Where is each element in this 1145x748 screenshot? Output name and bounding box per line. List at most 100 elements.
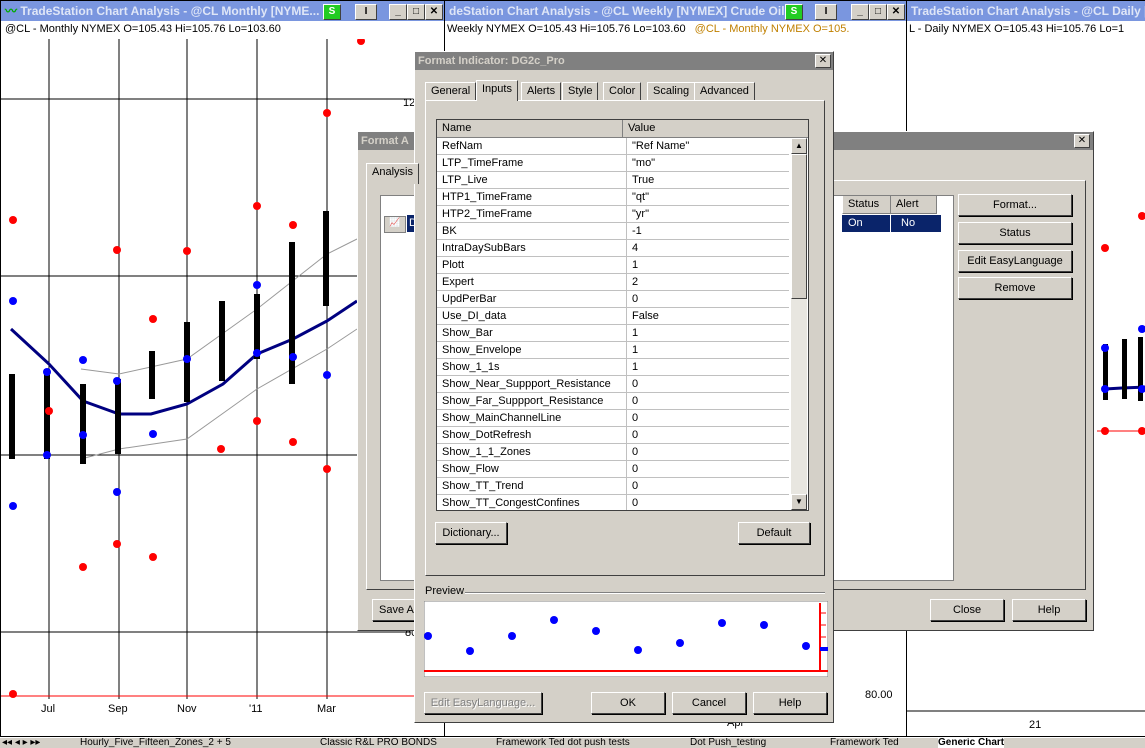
input-value[interactable]: 0 — [627, 478, 789, 495]
daily-x-label: 21 — [1029, 719, 1042, 731]
help-button[interactable]: Help — [1012, 599, 1086, 621]
input-value[interactable]: 0 — [627, 376, 789, 393]
weekly-i-button[interactable]: I — [815, 4, 837, 20]
input-row[interactable]: Expert 2 — [437, 274, 789, 291]
edit-easylanguage-button[interactable]: Edit EasyLanguage — [958, 250, 1072, 272]
input-row[interactable]: Show_TT_CongestConfines 0 — [437, 495, 789, 510]
weekly-s-button[interactable]: S — [785, 4, 803, 20]
weekly-close-icon[interactable]: ✕ — [887, 4, 905, 20]
inputs-grid[interactable]: Name Value RefNam "Ref Name" LTP_TimeFrame… — [436, 119, 809, 511]
input-row[interactable]: HTP2_TimeFrame "yr" — [437, 206, 789, 223]
input-value[interactable]: 0 — [627, 461, 789, 478]
input-row[interactable]: Show_Envelope 1 — [437, 342, 789, 359]
input-row[interactable]: Show_Flow 0 — [437, 461, 789, 478]
weekly-maximize-icon[interactable]: □ — [869, 4, 887, 20]
input-value[interactable]: 0 — [627, 444, 789, 461]
input-row[interactable]: Show_DotRefresh 0 — [437, 427, 789, 444]
scroll-thumb[interactable] — [791, 154, 807, 299]
workspace-tab-bar: ◂◂ ◂ ▸ ▸▸ Hourly_Five_Fifteen_Zones_2 + … — [0, 737, 1145, 748]
weekly-title-bar[interactable]: deStation Chart Analysis - @CL Weekly [N… — [445, 1, 907, 21]
close-button[interactable]: Close — [930, 599, 1004, 621]
format-indicator-title-bar[interactable]: Format Indicator: DG2c_Pro — [415, 52, 833, 70]
tab-analysis[interactable]: Analysis — [366, 163, 419, 184]
status-button[interactable]: Status — [958, 222, 1072, 244]
input-value[interactable]: 2 — [627, 274, 789, 291]
input-value[interactable]: 1 — [627, 359, 789, 376]
input-value[interactable]: -1 — [627, 223, 789, 240]
input-row[interactable]: Show_Far_Suppport_Resistance 0 — [437, 393, 789, 410]
tab-alerts[interactable]: Alerts — [521, 82, 562, 100]
format-indicator-close-icon[interactable]: ✕ — [815, 54, 831, 68]
input-value[interactable]: "yr" — [627, 206, 789, 223]
i-button[interactable]: I — [355, 4, 377, 20]
input-value[interactable]: False — [627, 308, 789, 325]
input-row[interactable]: LTP_Live True — [437, 172, 789, 189]
input-value[interactable]: 4 — [627, 240, 789, 257]
input-value[interactable]: "mo" — [627, 155, 789, 172]
input-row[interactable]: IntraDaySubBars 4 — [437, 240, 789, 257]
input-row[interactable]: UpdPerBar 0 — [437, 291, 789, 308]
tab-color[interactable]: Color — [603, 82, 642, 100]
tab-advanced[interactable]: Advanced — [694, 82, 755, 100]
input-value[interactable]: 0 — [627, 291, 789, 308]
maximize-icon[interactable]: □ — [407, 4, 425, 20]
input-name: Show_1_1_Zones — [437, 444, 627, 461]
input-value[interactable]: 0 — [627, 495, 789, 510]
input-row[interactable]: Show_1_1_Zones 0 — [437, 444, 789, 461]
x-label-nov: Nov — [177, 703, 197, 715]
input-row[interactable]: Show_MainChannelLine 0 — [437, 410, 789, 427]
col-name-header[interactable]: Name — [437, 120, 623, 138]
input-row[interactable]: HTP1_TimeFrame "qt" — [437, 189, 789, 206]
input-value[interactable]: True — [627, 172, 789, 189]
input-row[interactable]: RefNam "Ref Name" — [437, 138, 789, 155]
ok-button[interactable]: OK — [591, 692, 665, 714]
input-row[interactable]: LTP_TimeFrame "mo" — [437, 155, 789, 172]
input-row[interactable]: Use_DI_data False — [437, 308, 789, 325]
default-button[interactable]: Default — [738, 522, 810, 544]
input-value[interactable]: "Ref Name" — [627, 138, 789, 155]
remove-button[interactable]: Remove — [958, 277, 1072, 299]
input-row[interactable]: Show_Near_Suppport_Resistance 0 — [437, 376, 789, 393]
weekly-minimize-icon[interactable]: _ — [851, 4, 869, 20]
input-row[interactable]: Show_1_1s 1 — [437, 359, 789, 376]
daily-title-bar[interactable]: TradeStation Chart Analysis - @CL Daily … — [907, 1, 1145, 21]
tab-general[interactable]: General — [425, 82, 477, 100]
s-button[interactable]: S — [323, 4, 341, 20]
cancel-button[interactable]: Cancel — [672, 692, 746, 714]
dictionary-button[interactable]: Dictionary... — [435, 522, 507, 544]
col-status-header[interactable]: Status — [842, 196, 891, 214]
input-row[interactable]: BK -1 — [437, 223, 789, 240]
format-button[interactable]: Format... — [958, 194, 1072, 216]
col-alert-header[interactable]: Alert — [891, 196, 937, 214]
tab-style[interactable]: Style — [562, 82, 599, 100]
input-row[interactable]: Show_Bar 1 — [437, 325, 789, 342]
tab-scaling[interactable]: Scaling — [647, 82, 696, 100]
help-button-indicator[interactable]: Help — [753, 692, 827, 714]
format-analysis-close-icon[interactable]: ✕ — [1074, 134, 1090, 148]
input-row[interactable]: Show_TT_Trend 0 — [437, 478, 789, 495]
input-row[interactable]: Plott 1 — [437, 257, 789, 274]
scroll-up-icon[interactable]: ▲ — [791, 138, 807, 154]
alert-cell[interactable]: No — [891, 215, 941, 232]
input-value[interactable]: 1 — [627, 342, 789, 359]
tab-inputs[interactable]: Inputs — [476, 80, 518, 101]
format-indicator-dialog[interactable]: Format Indicator: DG2c_Pro ✕ General Inp… — [414, 51, 834, 723]
minimize-icon[interactable]: _ — [389, 4, 407, 20]
edit-easylanguage-button-disabled: Edit EasyLanguage... — [424, 692, 542, 714]
input-value[interactable]: 1 — [627, 325, 789, 342]
monthly-title-bar[interactable]: 〰 TradeStation Chart Analysis - @CL Mont… — [1, 1, 445, 21]
close-icon[interactable]: ✕ — [425, 4, 443, 20]
input-value[interactable]: 0 — [627, 410, 789, 427]
input-value[interactable]: "qt" — [627, 189, 789, 206]
scroll-down-icon[interactable]: ▼ — [791, 494, 807, 510]
status-cell[interactable]: On — [842, 215, 890, 232]
preview-chart — [424, 601, 828, 677]
input-name: IntraDaySubBars — [437, 240, 627, 257]
grid-scrollbar[interactable]: ▲ ▼ — [791, 138, 807, 510]
input-name: Show_DotRefresh — [437, 427, 627, 444]
input-value[interactable]: 1 — [627, 257, 789, 274]
input-value[interactable]: 0 — [627, 393, 789, 410]
x-label-mar: Mar — [317, 703, 336, 715]
input-value[interactable]: 0 — [627, 427, 789, 444]
col-value-header[interactable]: Value — [623, 120, 808, 138]
